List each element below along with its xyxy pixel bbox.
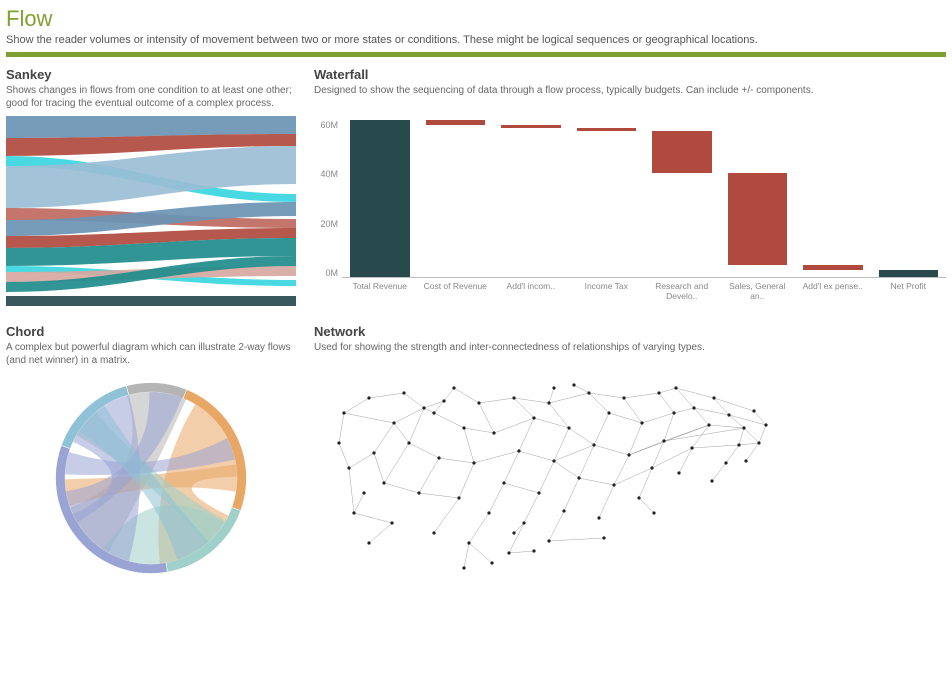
chart-grid: Sankey Shows changes in flows from one c… [6,67,946,583]
waterfall-ytick: 0M [314,268,338,278]
waterfall-baseline [342,277,946,278]
waterfall-title: Waterfall [314,67,946,82]
waterfall-bar [652,131,712,173]
sankey-title: Sankey [6,67,296,82]
waterfall-xlabel: Cost of Revenue [418,280,494,306]
network-title: Network [314,324,946,339]
waterfall-ytick: 40M [314,169,338,179]
waterfall-xlabel: Net Profit [871,280,947,306]
sankey-chart [6,116,296,306]
header-divider [6,52,946,57]
waterfall-bar [803,265,863,270]
chord-chart [46,373,256,583]
waterfall-ytick: 20M [314,219,338,229]
panel-chord: Chord A complex but powerful diagram whi… [6,324,296,583]
waterfall-xlabel: Add'l ex pense.. [795,280,871,306]
network-description: Used for showing the strength and inter-… [314,341,946,367]
panel-network: Network Used for showing the strength an… [314,324,946,583]
chord-description: A complex but powerful diagram which can… [6,341,296,367]
waterfall-bar [350,120,410,278]
panel-sankey: Sankey Shows changes in flows from one c… [6,67,296,306]
panel-waterfall: Waterfall Designed to show the sequencin… [314,67,946,306]
page-title: Flow [6,6,946,32]
waterfall-xlabel: Research and Develo.. [644,280,720,306]
waterfall-bar [426,120,486,125]
waterfall-bar [728,173,788,265]
waterfall-xlabel: Add'l incom.. [493,280,569,306]
waterfall-chart: 60M 40M 20M 0M Total RevenueCost of Revenue… [314,116,946,306]
waterfall-xlabel: Sales, General an.. [720,280,796,306]
waterfall-xlabel: Income Tax [569,280,645,306]
chord-title: Chord [6,324,296,339]
waterfall-ytick: 60M [314,120,338,130]
waterfall-bar [501,125,561,128]
waterfall-description: Designed to show the sequencing of data … [314,84,946,110]
sankey-description: Shows changes in flows from one conditio… [6,84,296,110]
page-description: Show the reader volumes or intensity of … [6,34,946,46]
waterfall-bar [577,128,637,131]
waterfall-xlabel: Total Revenue [342,280,418,306]
network-chart [314,373,784,583]
